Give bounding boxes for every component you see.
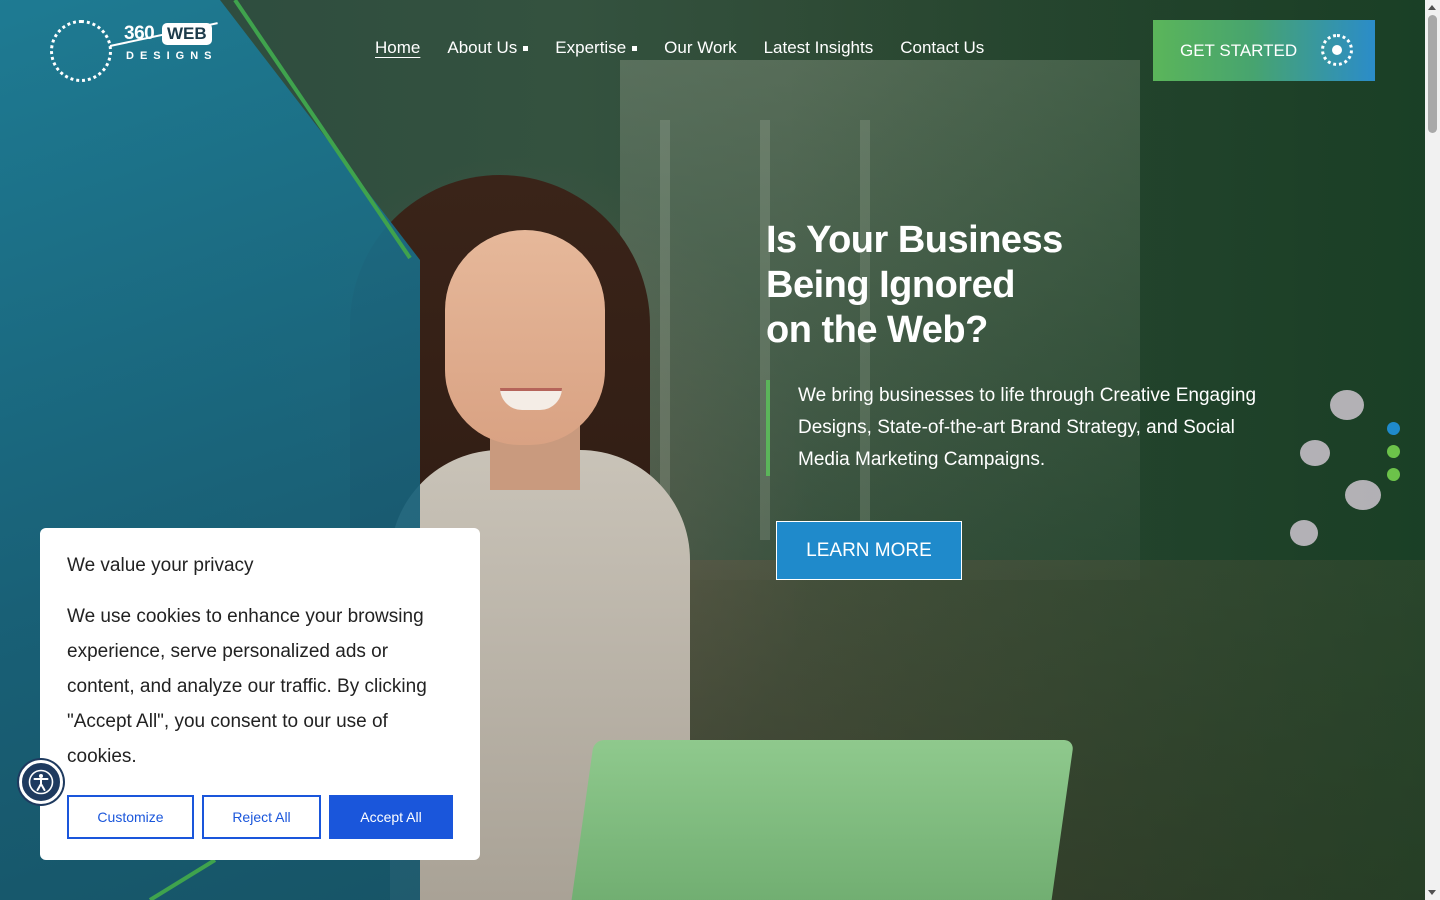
logo-subtitle: DESIGNS [126,50,218,62]
site-logo[interactable]: 360 WEB DESIGNS [50,18,225,88]
slide-dot-2[interactable] [1387,445,1400,458]
orchid-flower [1330,390,1364,420]
reject-all-button[interactable]: Reject All [202,795,321,839]
nav-label: About Us [447,38,518,57]
page-scrollbar[interactable] [1425,0,1440,900]
cookie-consent-banner: We value your privacy We use cookies to … [40,528,480,860]
nav-label: Home [375,38,421,57]
reject-all-label: Reject All [232,809,291,825]
accessibility-button[interactable] [19,760,63,804]
cookie-body: We use cookies to enhance your browsing … [67,606,427,767]
nav-item-contact-us[interactable]: Contact Us [900,38,984,58]
laptop [565,740,1075,900]
nav-item-our-work[interactable]: Our Work [664,38,736,58]
orchid-flower [1300,440,1330,466]
dropdown-indicator-icon [632,45,638,51]
nav-item-latest-insights[interactable]: Latest Insights [764,38,874,58]
nav-label: Our Work [664,38,737,57]
slide-dot-3[interactable] [1387,468,1400,481]
headline-line: on the Web? [766,309,988,351]
get-started-label: GET STARTED [1180,40,1298,60]
cookie-title: We value your privacy [67,555,254,576]
get-started-button[interactable]: GET STARTED [1153,20,1375,81]
nav-item-expertise[interactable]: Expertise [555,38,638,58]
orchid-flower [1290,520,1318,546]
headline-line: Is Your Business [766,219,1063,261]
logo-web-badge: WEB [162,23,212,45]
person-face [445,230,605,445]
accept-all-label: Accept All [360,809,422,825]
learn-more-label: LEARN MORE [806,539,932,561]
headline-line: Being Ignored [766,264,1015,306]
logo-ring-icon [50,20,112,82]
scroll-up-icon[interactable] [1428,5,1436,10]
slider-pagination [1387,422,1400,481]
scrollbar-thumb[interactable] [1428,15,1437,133]
dropdown-indicator-icon [523,45,529,51]
circle-target-icon [1321,34,1353,66]
nav-item-about-us[interactable]: About Us [447,38,529,58]
nav-label: Latest Insights [763,38,874,57]
nav-label: Contact Us [900,38,985,57]
customize-label: Customize [97,809,164,825]
orchid-flower [1345,480,1381,510]
hero-subtext: We bring businesses to life through Crea… [798,385,1257,470]
slide-dot-1[interactable] [1387,422,1400,435]
nav-item-home[interactable]: Home [375,38,420,58]
accept-all-button[interactable]: Accept All [329,795,453,839]
nav-label: Expertise [555,38,627,57]
accessibility-icon [28,769,54,795]
hero-subtext-block: We bring businesses to life through Crea… [766,380,1286,476]
cookie-actions: Customize Reject All Accept All [67,795,453,839]
hero-headline: Is Your Business Being Ignored on the We… [766,218,1186,353]
logo-number: 360 [124,23,155,44]
main-navigation: Home About Us Expertise Our Work Latest … [375,38,984,58]
customize-button[interactable]: Customize [67,795,194,839]
scroll-down-icon[interactable] [1428,890,1436,895]
learn-more-button[interactable]: LEARN MORE [776,521,962,580]
